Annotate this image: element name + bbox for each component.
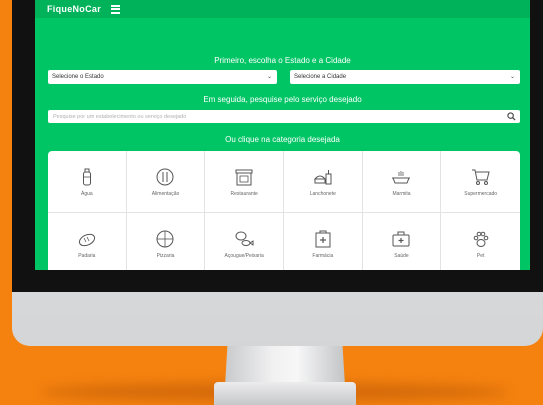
- category-lanchonete[interactable]: Lanchonete: [283, 151, 363, 213]
- menu-icon[interactable]: [111, 4, 121, 14]
- search-icon[interactable]: [507, 112, 516, 121]
- category-acougue-peixaria[interactable]: Açougue/Peixaria: [205, 213, 284, 270]
- category-grid: Água Alimentação Restaurante Lanchonete …: [48, 151, 520, 270]
- category-farmacia[interactable]: Farmácia: [284, 213, 363, 270]
- category-label: Água: [80, 190, 93, 197]
- category-label: Restaurante: [230, 190, 258, 197]
- category-alimentacao[interactable]: Alimentação: [126, 151, 206, 213]
- category-padaria[interactable]: Padaria: [48, 213, 127, 270]
- category-label: Marmita: [392, 190, 411, 197]
- step3-label: Ou clique na categoria desejada: [225, 135, 340, 144]
- category-restaurante[interactable]: Restaurante: [205, 151, 284, 213]
- bread-icon: [78, 233, 95, 246]
- category-marmita[interactable]: Marmita: [362, 151, 442, 213]
- category-label: Alimentação: [151, 190, 180, 197]
- category-label: Farmácia: [312, 252, 334, 259]
- state-select-value: Selecione o Estado: [52, 74, 104, 80]
- burger-drink-icon: [313, 169, 332, 184]
- app-logo[interactable]: FiqueNoCar: [47, 4, 101, 14]
- category-supermercado[interactable]: Supermercado: [441, 151, 520, 213]
- category-saude[interactable]: Saúde: [363, 213, 442, 270]
- search-input[interactable]: Pesquise por um estabelecimento ou servi…: [48, 110, 520, 123]
- chevron-down-icon: ⌄: [509, 74, 515, 80]
- monitor-stand-neck: [225, 346, 345, 386]
- paw-icon: [473, 231, 488, 247]
- chevron-down-icon: ⌄: [266, 74, 272, 80]
- pharmacy-icon: [315, 230, 331, 247]
- city-select-value: Selecione a Cidade: [294, 74, 347, 80]
- app-header: FiqueNoCar: [35, 0, 530, 18]
- lunchbox-icon: [392, 170, 411, 183]
- shopping-cart-icon: [471, 169, 490, 185]
- category-label: Lanchonete: [309, 190, 336, 197]
- category-label: Padaria: [78, 252, 96, 259]
- category-label: Açougue/Peixaria: [224, 252, 264, 259]
- monitor-stand-base: [214, 382, 356, 405]
- category-label: Supermercado: [464, 190, 498, 197]
- step2-label: Em seguida, pesquise pelo serviço deseja…: [203, 95, 362, 104]
- water-bottle-icon: [82, 168, 91, 185]
- step1-label: Primeiro, escolha o Estado e a Cidade: [214, 56, 351, 65]
- category-pet[interactable]: Pet: [441, 213, 520, 270]
- category-pizzaria[interactable]: Pizzaria: [127, 213, 206, 270]
- pizza-icon: [156, 230, 174, 247]
- meat-fish-icon: [235, 231, 254, 246]
- category-agua[interactable]: Água: [48, 151, 127, 213]
- search-placeholder: Pesquise por um estabelecimento ou servi…: [53, 113, 187, 120]
- state-select[interactable]: Selecione o Estado ⌄: [48, 70, 277, 84]
- category-label: Saúde: [394, 252, 409, 259]
- plate-cutlery-icon: [156, 168, 174, 185]
- city-select[interactable]: Selecione a Cidade ⌄: [290, 70, 520, 84]
- category-label: Pizzaria: [156, 252, 175, 259]
- app-screen: FiqueNoCar Primeiro, escolha o Estado e …: [35, 0, 530, 270]
- medical-kit-icon: [392, 231, 410, 246]
- restaurant-icon: [235, 169, 253, 185]
- category-label: Pet: [476, 252, 485, 259]
